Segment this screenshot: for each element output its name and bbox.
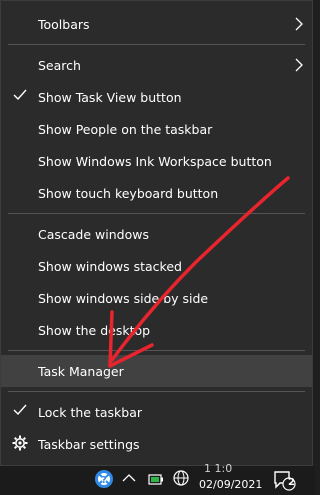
menu-separator xyxy=(8,213,305,214)
menu-separator xyxy=(8,391,305,392)
menu-item-show-touch-keyboard[interactable]: Show touch keyboard button xyxy=(1,177,312,209)
gear-icon xyxy=(12,435,28,451)
clock-date[interactable]: 02/09/2021 xyxy=(199,478,262,491)
network-globe-icon[interactable] xyxy=(172,468,190,488)
menu-item-show-ink-workspace[interactable]: Show Windows Ink Workspace button xyxy=(1,145,312,177)
chevron-right-icon xyxy=(295,17,303,31)
menu-item-windows-stacked[interactable]: Show windows stacked xyxy=(1,250,312,282)
menu-item-show-people[interactable]: Show People on the taskbar xyxy=(1,113,312,145)
menu-separator xyxy=(8,44,305,45)
menu-item-label: Show Windows Ink Workspace button xyxy=(38,153,272,169)
menu-item-cascade-windows[interactable]: Cascade windows xyxy=(1,218,312,250)
menu-item-show-task-view[interactable]: Show Task View button xyxy=(1,81,312,113)
menu-item-search[interactable]: Search xyxy=(1,49,312,81)
taskbar: ? 1 1:0 02/09/2021 2 xyxy=(0,462,315,495)
checkmark-icon xyxy=(13,89,27,101)
menu-item-label: Lock the taskbar xyxy=(38,404,143,420)
menu-item-label: Search xyxy=(38,57,81,73)
menu-item-label: Show touch keyboard button xyxy=(38,185,219,201)
menu-item-label: Show windows side by side xyxy=(38,290,209,306)
menu-item-windows-side-by-side[interactable]: Show windows side by side xyxy=(1,282,312,314)
menu-item-task-manager[interactable]: Task Manager xyxy=(1,355,312,387)
menu-item-label: Show People on the taskbar xyxy=(38,121,213,137)
menu-item-label: Task Manager xyxy=(38,363,124,379)
clock-time[interactable]: 1 1:0 xyxy=(204,462,232,475)
menu-item-show-desktop[interactable]: Show the desktop xyxy=(1,314,312,346)
taskbar-context-menu: Toolbars Search Show Task View button Sh… xyxy=(0,0,313,466)
help-icon[interactable]: ? xyxy=(93,468,115,490)
menu-separator xyxy=(8,350,305,351)
battery-icon[interactable] xyxy=(148,471,166,487)
notification-count-badge: 2 xyxy=(288,477,295,488)
menu-item-label: Toolbars xyxy=(38,16,90,32)
menu-item-label: Cascade windows xyxy=(38,226,149,242)
checkmark-icon xyxy=(13,404,27,416)
menu-item-label: Taskbar settings xyxy=(38,436,140,452)
chevron-up-icon[interactable] xyxy=(122,472,136,484)
menu-item-label: Show windows stacked xyxy=(38,258,182,274)
menu-item-label: Show Task View button xyxy=(38,89,182,105)
menu-item-lock-taskbar[interactable]: Lock the taskbar xyxy=(1,396,312,428)
menu-item-toolbars[interactable]: Toolbars xyxy=(1,8,312,40)
menu-item-taskbar-settings[interactable]: Taskbar settings xyxy=(1,428,312,460)
chevron-right-icon xyxy=(295,58,303,72)
menu-item-label: Show the desktop xyxy=(38,322,151,338)
